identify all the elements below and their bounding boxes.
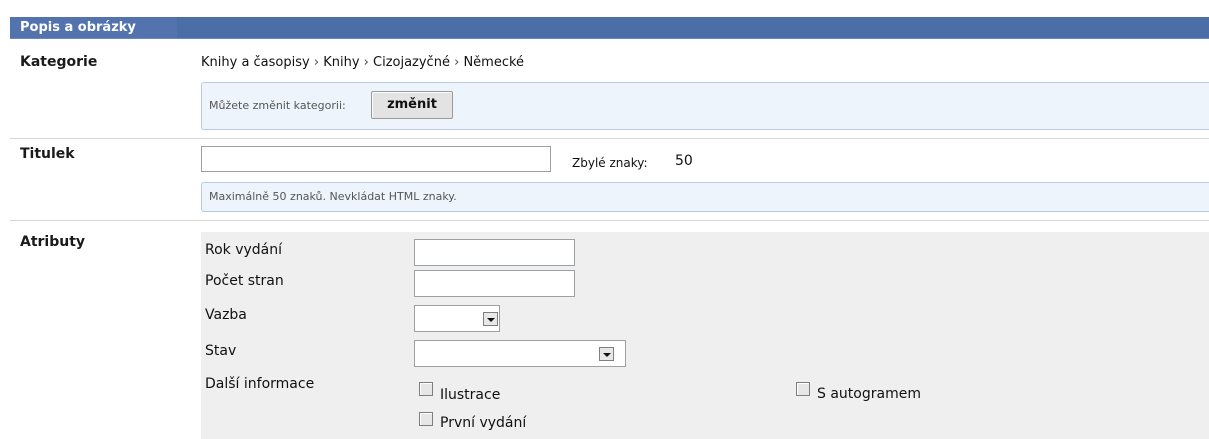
divider (10, 220, 1209, 221)
illustration-checkbox-label[interactable]: Ilustrace (440, 387, 500, 403)
breadcrumb-separator-icon: › (454, 55, 460, 70)
breadcrumb: Knihy a časopisy › Knihy › Cizojazyčné ›… (201, 55, 524, 70)
binding-label: Vazba (205, 307, 247, 323)
year-label: Rok vydání (205, 242, 283, 258)
section-title: Popis a obrázky (20, 20, 136, 35)
breadcrumb-item[interactable]: Knihy a časopisy (201, 55, 310, 70)
chevron-down-icon[interactable] (599, 347, 614, 361)
change-category-button[interactable]: změnit (371, 91, 453, 119)
binding-select[interactable] (414, 305, 500, 332)
category-hint: Můžete změnit kategorii: (209, 99, 346, 112)
title-input[interactable] (201, 146, 551, 172)
title-hint: Maximálně 50 znaků. Nevkládat HTML znaky… (209, 190, 457, 203)
remaining-chars-label: Zbylé znaky: (572, 156, 648, 170)
breadcrumb-item[interactable]: Německé (463, 55, 524, 70)
divider (10, 138, 1209, 139)
condition-label: Stav (205, 343, 237, 359)
attributes-panel (201, 232, 1209, 439)
pages-input[interactable] (414, 270, 575, 297)
attributes-label: Atributy (20, 234, 86, 250)
pages-label: Počet stran (205, 273, 284, 289)
year-input[interactable] (414, 239, 575, 266)
first-edition-checkbox[interactable] (419, 412, 433, 426)
condition-select[interactable] (414, 340, 626, 367)
breadcrumb-separator-icon: › (363, 55, 369, 70)
first-edition-checkbox-label[interactable]: První vydání (440, 415, 526, 431)
more-info-label: Další informace (205, 376, 315, 392)
section-header (10, 17, 1209, 39)
autograph-checkbox[interactable] (796, 382, 810, 396)
breadcrumb-separator-icon: › (313, 55, 320, 70)
chevron-down-icon[interactable] (483, 312, 498, 326)
title-label: Titulek (20, 146, 75, 162)
autograph-checkbox-label[interactable]: S autogramem (817, 386, 921, 402)
category-hint-box (201, 82, 1209, 130)
remaining-chars-value: 50 (675, 153, 693, 169)
illustration-checkbox[interactable] (419, 382, 433, 396)
breadcrumb-item[interactable]: Cizojazyčné (373, 55, 450, 70)
category-label: Kategorie (20, 54, 98, 70)
breadcrumb-item[interactable]: Knihy (323, 55, 359, 70)
